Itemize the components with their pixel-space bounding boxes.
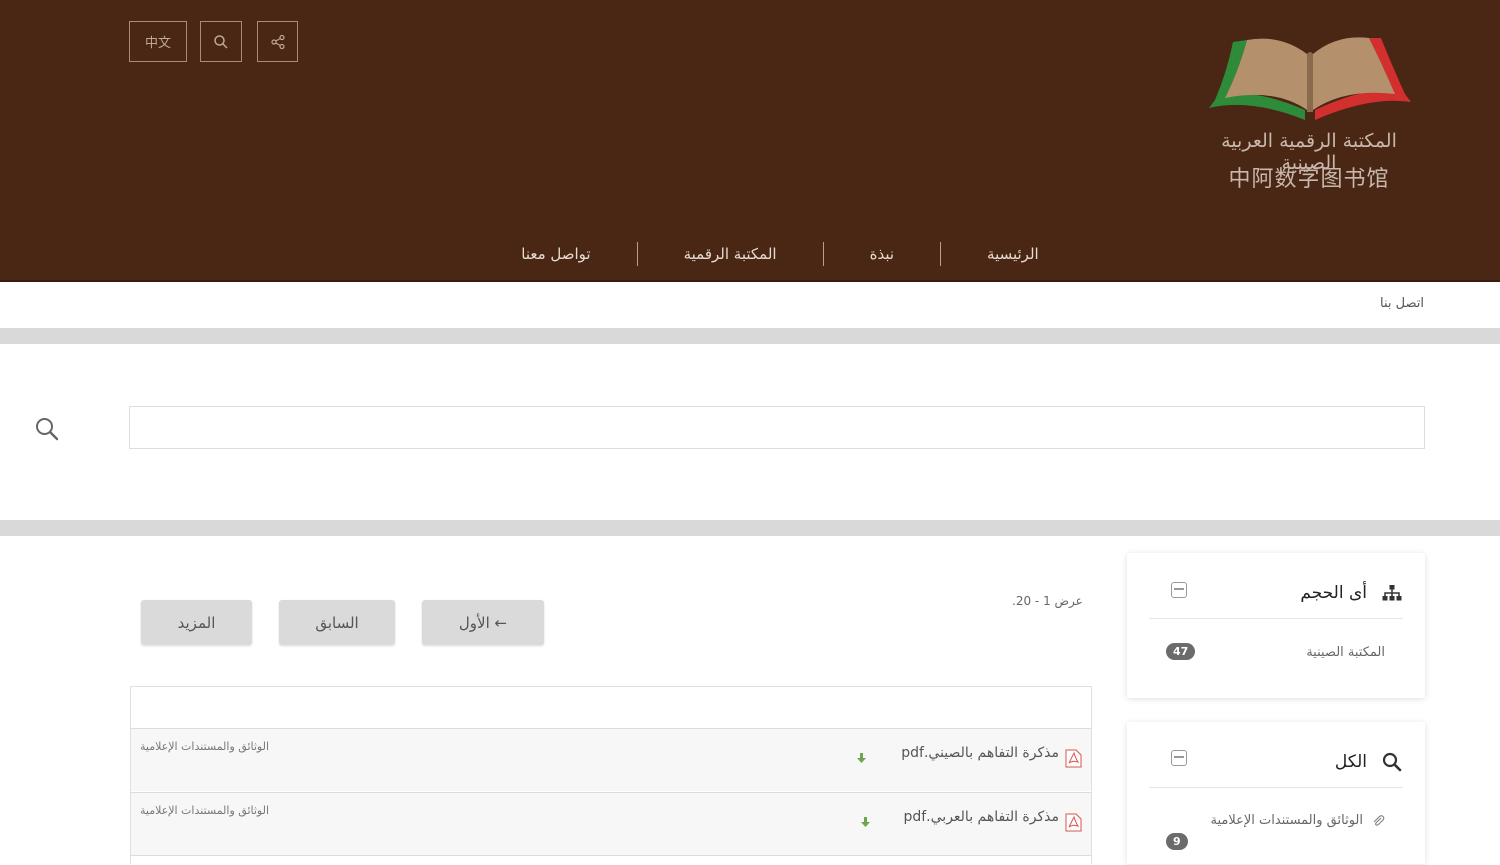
download-icon[interactable] xyxy=(857,753,866,764)
result-title-link[interactable]: مذكرة التفاهم بالعربي.pdf xyxy=(903,809,1059,825)
search-input[interactable] xyxy=(129,406,1425,449)
previous-page-button[interactable]: السابق xyxy=(279,600,395,645)
breadcrumb[interactable]: اتصل بنا xyxy=(1380,296,1424,311)
result-row[interactable]: الوثائق والمستندات الإعلامية مذكرة التفا… xyxy=(131,792,1091,855)
language-button[interactable]: 中文 xyxy=(129,21,187,62)
first-page-button[interactable]: الأول ← xyxy=(422,600,544,645)
facet-all-header[interactable]: الكل xyxy=(1149,736,1403,788)
language-button-label: 中文 xyxy=(144,36,171,51)
count-badge: 47 xyxy=(1166,643,1196,660)
results-count-text: عرض 1 - 20. xyxy=(1012,594,1083,608)
collapse-icon[interactable] xyxy=(1171,750,1187,766)
share-icon xyxy=(270,34,285,49)
divider-band xyxy=(0,520,1500,536)
site-header: 中文 المكتبة الرقمية العربية الصينية 中阿数字图… xyxy=(0,0,1500,282)
facet-size-title: أى الحجم xyxy=(1300,582,1367,603)
search-icon[interactable] xyxy=(34,416,60,442)
site-logo[interactable]: المكتبة الرقمية العربية الصينية 中阿数字图书馆 xyxy=(1205,32,1415,192)
nav-contact[interactable]: تواصل معنا xyxy=(475,245,636,263)
pdf-icon xyxy=(1065,813,1082,832)
sitemap-icon xyxy=(1382,584,1402,600)
logo-chinese-text: 中阿数字图书馆 xyxy=(1228,167,1390,192)
collapse-icon[interactable] xyxy=(1171,582,1187,598)
facet-item-media-documents[interactable]: الوثائق والمستندات الإعلامية xyxy=(1211,813,1363,828)
header-search-button[interactable] xyxy=(200,21,242,62)
open-book-logo-icon xyxy=(1209,37,1411,120)
result-title-link[interactable]: مذكرة التفاهم بالصيني.pdf xyxy=(901,745,1059,761)
result-category: الوثائق والمستندات الإعلامية xyxy=(140,740,270,753)
count-badge: 9 xyxy=(1166,833,1188,850)
result-category: الوثائق والمستندات الإعلامية xyxy=(140,804,270,817)
result-row[interactable]: الوثائق والمستندات الإعلامية مذكرة التفا… xyxy=(131,728,1091,791)
search-icon xyxy=(214,34,228,49)
pdf-icon xyxy=(1065,749,1082,768)
nav-about[interactable]: نبذة xyxy=(824,245,940,263)
nav-digital-library[interactable]: المكتبة الرقمية xyxy=(638,245,823,263)
paperclip-icon xyxy=(1373,815,1385,826)
facet-all-title: الكل xyxy=(1334,751,1367,772)
main-nav: الرئيسية نبذة المكتبة الرقمية تواصل معنا xyxy=(470,232,1090,276)
share-button[interactable] xyxy=(257,21,298,62)
divider-band xyxy=(0,328,1500,344)
nav-home[interactable]: الرئيسية xyxy=(941,245,1085,263)
search-icon xyxy=(1382,752,1402,771)
facet-size-header[interactable]: أى الحجم xyxy=(1149,567,1403,619)
facet-size-panel: أى الحجم المكتبة الصينية 47 xyxy=(1127,553,1425,698)
download-icon[interactable] xyxy=(861,817,870,828)
more-button[interactable]: المزيد xyxy=(141,600,252,645)
facet-all-panel: الكل الوثائق والمستندات الإعلامية 9 xyxy=(1127,722,1425,864)
results-table: الوثائق والمستندات الإعلامية مذكرة التفا… xyxy=(130,686,1092,865)
facet-item-chinese-library[interactable]: المكتبة الصينية xyxy=(1306,645,1385,660)
